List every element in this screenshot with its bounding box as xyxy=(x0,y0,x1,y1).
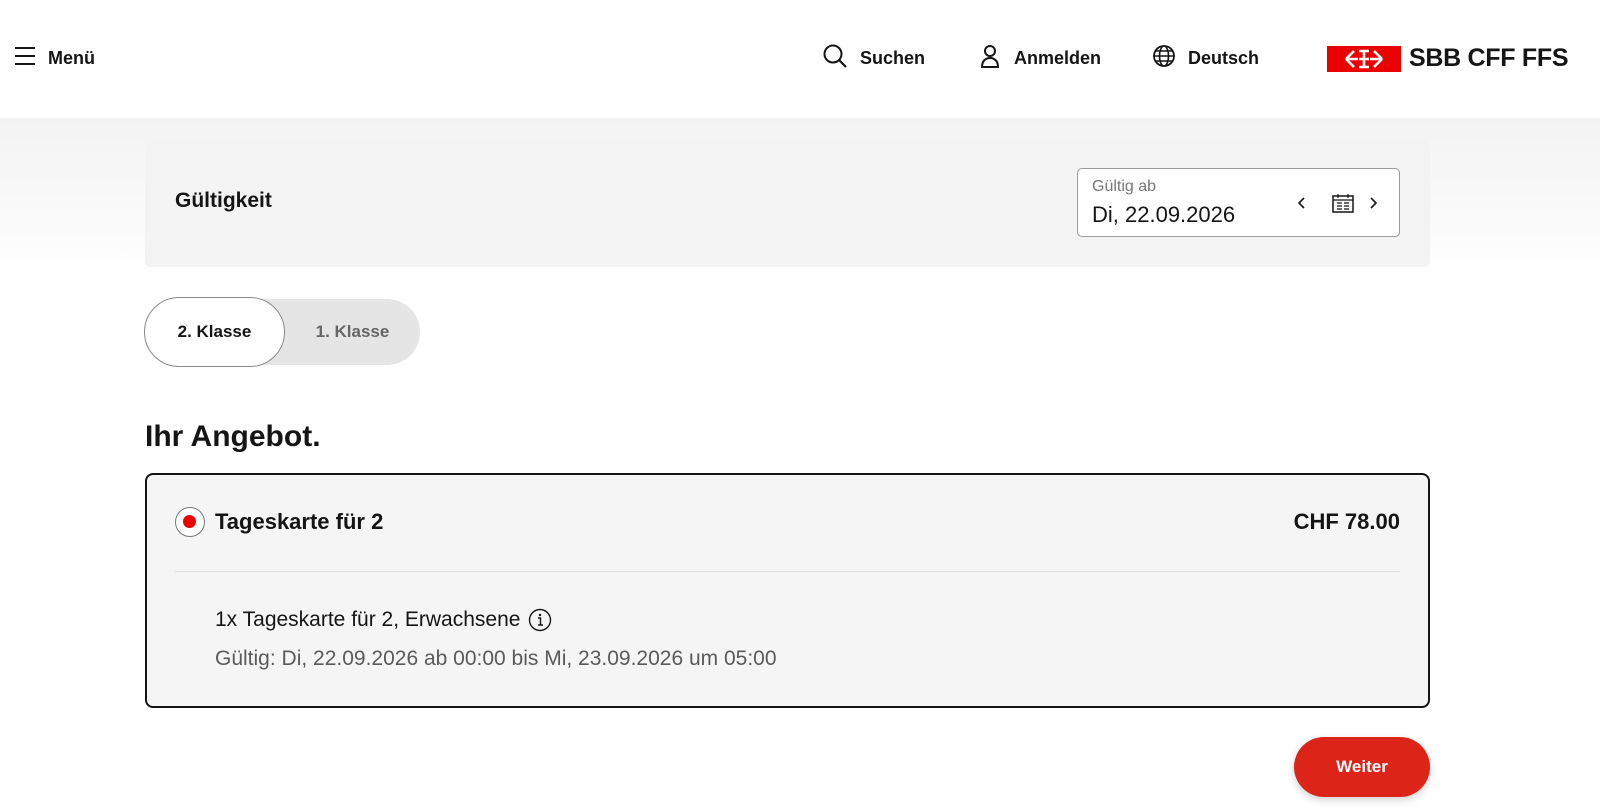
offer-card[interactable]: Tageskarte für 2 CHF 78.00 1x Tageskarte… xyxy=(145,473,1430,708)
offer-heading: Ihr Angebot. xyxy=(145,420,321,453)
date-field-label: Gültig ab xyxy=(1092,178,1157,195)
login-label: Anmelden xyxy=(1014,47,1102,68)
chevron-left-icon[interactable] xyxy=(1290,191,1314,215)
offer-radio[interactable] xyxy=(175,507,205,537)
chevron-right-icon[interactable] xyxy=(1361,191,1385,215)
hamburger-icon xyxy=(14,46,36,71)
language-label: Deutsch xyxy=(1188,47,1260,68)
login-button[interactable]: Anmelden xyxy=(978,40,1101,76)
offer-name: Tageskarte für 2 xyxy=(215,509,384,534)
offer-detail-text: 1x Tageskarte für 2, Erwachsene xyxy=(215,608,521,631)
menu-button[interactable]: Menü xyxy=(14,40,95,76)
validity-title: Gültigkeit xyxy=(175,189,272,212)
valid-from-date-field[interactable]: Gültig ab Di, 22.09.2026 xyxy=(1077,168,1400,237)
offer-detail: 1x Tageskarte für 2, Erwachsene xyxy=(215,608,552,632)
radio-selected-dot xyxy=(183,515,196,528)
language-selector[interactable]: Deutsch xyxy=(1152,40,1259,76)
sbb-logo[interactable]: SBB CFF FFS xyxy=(1327,44,1569,73)
second-class-option[interactable]: 2. Klasse xyxy=(144,297,285,367)
calendar-icon[interactable] xyxy=(1331,191,1355,215)
validity-card: Gültigkeit Gültig ab Di, 22.09.2026 xyxy=(145,139,1430,267)
first-class-option[interactable]: 1. Klasse xyxy=(285,299,420,365)
offer-price: CHF 78.00 xyxy=(1293,509,1400,534)
date-field-value[interactable]: Di, 22.09.2026 xyxy=(1092,202,1235,228)
logo-text: SBB CFF FFS xyxy=(1409,44,1569,72)
header: Menü Suchen Anmelden Deutsch SBB CFF FFS xyxy=(0,0,1600,118)
search-icon xyxy=(822,43,848,74)
globe-icon xyxy=(1152,44,1176,73)
search-button[interactable]: Suchen xyxy=(822,40,925,76)
sbb-flag-icon xyxy=(1327,45,1401,72)
class-toggle: 2. Klasse 1. Klasse xyxy=(144,297,420,367)
divider xyxy=(175,571,1400,572)
info-icon[interactable] xyxy=(528,608,552,632)
user-icon xyxy=(978,43,1002,74)
menu-label: Menü xyxy=(48,47,95,68)
search-label: Suchen xyxy=(860,47,926,68)
offer-validity-text: Gültig: Di, 22.09.2026 ab 00:00 bis Mi, … xyxy=(215,647,777,670)
next-button[interactable]: Weiter xyxy=(1294,737,1430,797)
